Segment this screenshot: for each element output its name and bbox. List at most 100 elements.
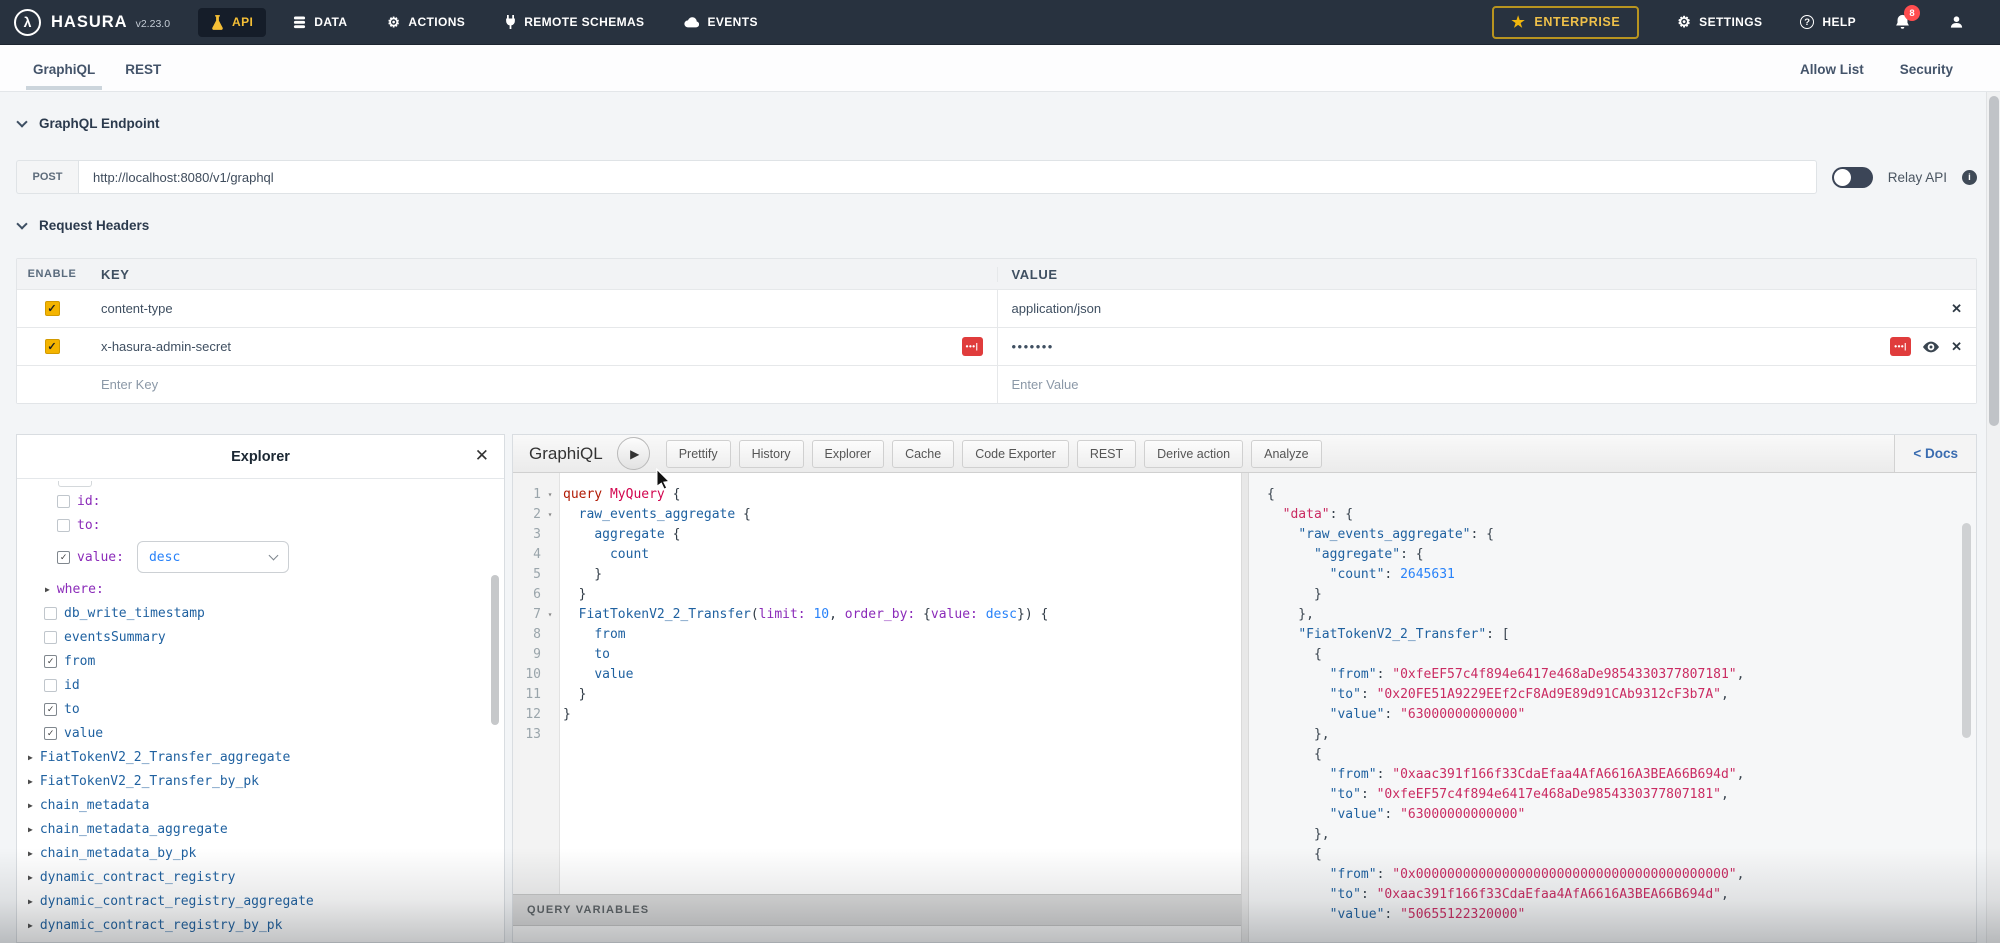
code-text: raw_events_aggregate { <box>559 505 751 525</box>
expand-arrow-icon[interactable]: ▶ <box>28 921 33 930</box>
docs-link[interactable]: < Docs <box>1894 435 1976 472</box>
toolbar-button-explorer[interactable]: Explorer <box>812 440 885 468</box>
response-pane: { "data": { "raw_events_aggregate": { "a… <box>1249 473 1976 942</box>
collapse-chevron-icon[interactable] <box>16 116 27 127</box>
hasura-logo-icon[interactable] <box>14 9 41 36</box>
tab-allow-list[interactable]: Allow List <box>1785 47 1879 90</box>
toolbar-button-rest[interactable]: REST <box>1077 440 1136 468</box>
relay-api-toggle[interactable] <box>1832 167 1873 188</box>
checkbox[interactable] <box>44 607 57 620</box>
eye-icon[interactable] <box>1923 341 1939 353</box>
expand-arrow-icon[interactable]: ▶ <box>28 801 33 810</box>
expand-arrow-icon[interactable]: ▶ <box>28 897 33 906</box>
query-editor[interactable]: 1▾query MyQuery {2▾ raw_events_aggregate… <box>513 473 1241 896</box>
toolbar-button-derive-action[interactable]: Derive action <box>1144 440 1243 468</box>
execute-query-button[interactable]: ▶ <box>617 437 650 470</box>
endpoint-url-input[interactable] <box>78 160 1817 194</box>
expand-arrow-icon[interactable]: ▶ <box>28 753 33 762</box>
tab-security[interactable]: Security <box>1885 47 1968 90</box>
nav-item-data[interactable]: DATA <box>280 8 360 36</box>
fold-arrow-icon <box>541 725 559 745</box>
header-enabled-checkbox[interactable]: ✓ <box>45 339 60 354</box>
info-icon[interactable]: i <box>1962 170 1977 185</box>
header-value-cell[interactable] <box>997 366 1977 403</box>
explorer-item-value[interactable]: ✓value <box>17 721 504 745</box>
explorer-item-fiattokenv2-2-transfer-by-pk[interactable]: ▶FiatTokenV2_2_Transfer_by_pk <box>17 769 504 793</box>
user-menu-button[interactable] <box>1949 14 1964 30</box>
checkbox[interactable]: ✓ <box>44 727 57 740</box>
explorer-item-chain-metadata[interactable]: ▶chain_metadata <box>17 793 504 817</box>
explorer-item-id[interactable]: id: <box>17 489 504 513</box>
checkbox[interactable]: ✓ <box>57 551 70 564</box>
explorer-item-from[interactable]: ✓from <box>17 649 504 673</box>
nav-item-actions[interactable]: ⚙ACTIONS <box>374 8 478 36</box>
response-scrollbar[interactable] <box>1962 523 1971 738</box>
expand-arrow-icon[interactable]: ▶ <box>28 825 33 834</box>
flask-icon <box>211 15 224 30</box>
nav-item-api[interactable]: API <box>198 8 266 37</box>
settings-button[interactable]: ⚙ SETTINGS <box>1677 15 1762 30</box>
explorer-item-dynamic-contract-registry[interactable]: ▶dynamic_contract_registry <box>17 865 504 889</box>
close-icon[interactable]: ✕ <box>1951 301 1962 317</box>
explorer-item-dynamic-contract-registry-aggregate[interactable]: ▶dynamic_contract_registry_aggregate <box>17 889 504 913</box>
explorer-item-to[interactable]: ✓to <box>17 697 504 721</box>
explorer-item-chain-metadata-by-pk[interactable]: ▶chain_metadata_by_pk <box>17 841 504 865</box>
checkbox[interactable] <box>44 679 57 692</box>
checkbox[interactable]: ✓ <box>44 703 57 716</box>
editor-result-splitter[interactable] <box>1241 473 1249 942</box>
code-line: 13 <box>513 725 1241 745</box>
explorer-item-chain-metadata-aggregate[interactable]: ▶chain_metadata_aggregate <box>17 817 504 841</box>
header-enabled-checkbox[interactable]: ✓ <box>45 301 60 316</box>
sort-direction-select[interactable]: desc <box>137 541 289 573</box>
nav-item-label: ACTIONS <box>408 15 465 29</box>
tab-graphiql[interactable]: GraphiQL <box>18 47 110 90</box>
expand-arrow-icon[interactable]: ▶ <box>28 777 33 786</box>
close-icon[interactable]: ✕ <box>1951 339 1962 355</box>
checkbox[interactable] <box>57 495 70 508</box>
fold-arrow-icon[interactable]: ▾ <box>541 505 559 525</box>
fold-arrow-icon[interactable]: ▾ <box>541 485 559 505</box>
explorer-item-db-write-timestamp[interactable]: db_write_timestamp <box>17 601 504 625</box>
checkbox[interactable] <box>57 519 70 532</box>
explorer-item-id[interactable]: id <box>17 673 504 697</box>
explorer-item-to[interactable]: to: <box>17 513 504 537</box>
toolbar-button-cache[interactable]: Cache <box>892 440 954 468</box>
toolbar-button-analyze[interactable]: Analyze <box>1251 440 1321 468</box>
new-header-key-input[interactable] <box>101 377 983 392</box>
response-line: }, <box>1267 825 1976 845</box>
explorer-item-eventssummary[interactable]: eventsSummary <box>17 625 504 649</box>
close-icon[interactable]: ✕ <box>475 446 489 466</box>
checkbox[interactable] <box>44 631 57 644</box>
expand-arrow-icon[interactable]: ▶ <box>45 585 50 594</box>
tab-rest[interactable]: REST <box>110 47 176 90</box>
collapse-chevron-icon[interactable] <box>16 218 27 229</box>
header-value-cell[interactable]: application/json✕ <box>997 290 1977 327</box>
nav-item-events[interactable]: EVENTS <box>671 8 770 36</box>
header-key-cell[interactable]: x-hasura-admin-secret•••| <box>87 328 997 365</box>
explorer-item-value[interactable]: ✓value:desc <box>17 537 504 577</box>
new-header-value-input[interactable] <box>1012 377 1963 392</box>
toolbar-button-code-exporter[interactable]: Code Exporter <box>962 440 1069 468</box>
header-key-cell[interactable]: content-type <box>87 290 997 327</box>
enterprise-button[interactable]: ★ ENTERPRISE <box>1492 6 1639 39</box>
expand-arrow-icon[interactable]: ▶ <box>28 849 33 858</box>
toolbar-button-history[interactable]: History <box>739 440 804 468</box>
header-key-cell[interactable] <box>87 366 997 403</box>
explorer-item-fiattokenv2-2-transfer-aggregate[interactable]: ▶FiatTokenV2_2_Transfer_aggregate <box>17 745 504 769</box>
notifications-button[interactable]: 8 <box>1894 13 1911 31</box>
header-value-cell[interactable]: ••••••••••|✕ <box>997 328 1977 365</box>
query-variables-header[interactable]: QUERY VARIABLES <box>513 894 1241 926</box>
item-label: to: <box>77 518 100 533</box>
database-icon <box>293 16 306 29</box>
fold-arrow-icon[interactable]: ▾ <box>541 605 559 625</box>
toolbar-button-prettify[interactable]: Prettify <box>666 440 731 468</box>
explorer-item-where[interactable]: ▶where: <box>17 577 504 601</box>
help-button[interactable]: ? HELP <box>1800 15 1856 29</box>
nav-item-remote-schemas[interactable]: REMOTE SCHEMAS <box>492 8 657 36</box>
explorer-scrollbar[interactable] <box>491 575 499 725</box>
explorer-item-dynamic-contract-registry-by-pk[interactable]: ▶dynamic_contract_registry_by_pk <box>17 913 504 937</box>
expand-arrow-icon[interactable]: ▶ <box>28 873 33 882</box>
query-variables-editor[interactable] <box>513 926 1241 942</box>
window-scrollbar-thumb[interactable] <box>1989 96 1999 426</box>
checkbox[interactable]: ✓ <box>44 655 57 668</box>
